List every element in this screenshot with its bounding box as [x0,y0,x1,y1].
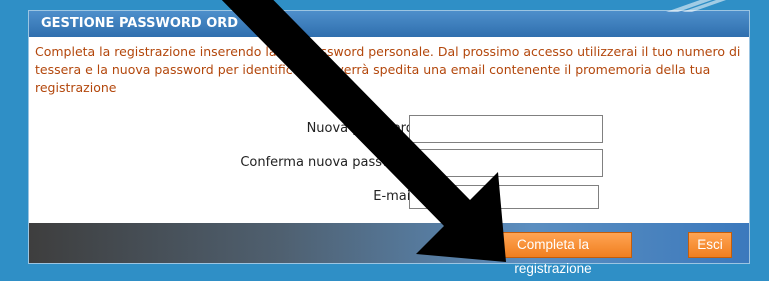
email-label: E-mail [373,189,414,204]
email-row: E-mail [29,183,749,213]
new-password-input[interactable] [409,115,603,143]
footer-bar: Completa la registrazione Esci [29,223,749,276]
new-password-label: Nuova password [306,121,414,136]
confirm-password-label: Conferma nuova password [240,155,414,170]
email-input[interactable] [409,185,599,209]
confirm-password-row: Conferma nuova password [29,149,749,179]
confirm-password-input[interactable] [409,149,603,177]
instructions-text: Completa la registrazione inserendo la t… [35,44,741,95]
new-password-row: Nuova password [29,115,749,145]
password-management-panel: GESTIONE PASSWORD ORD Completa la regist… [28,10,750,276]
panel-title: GESTIONE PASSWORD ORD [29,11,749,37]
exit-button[interactable]: Esci [688,232,732,258]
complete-registration-button[interactable]: Completa la registrazione [474,232,632,276]
